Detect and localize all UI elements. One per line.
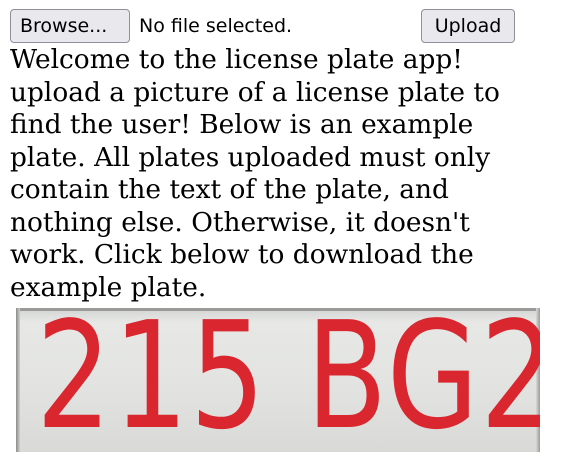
upload-button[interactable]: Upload: [421, 9, 515, 43]
example-plate-image-link[interactable]: 215 BG2: [16, 308, 540, 452]
browse-button[interactable]: Browse...: [10, 9, 130, 43]
intro-text: Welcome to the license plate app! upload…: [10, 44, 500, 303]
file-status-label: No file selected.: [139, 15, 293, 37]
example-plate-text: 215 BG2: [36, 308, 540, 452]
upload-form: Browse... No file selected. Upload: [0, 0, 573, 46]
plate-left-edge: [16, 308, 20, 452]
